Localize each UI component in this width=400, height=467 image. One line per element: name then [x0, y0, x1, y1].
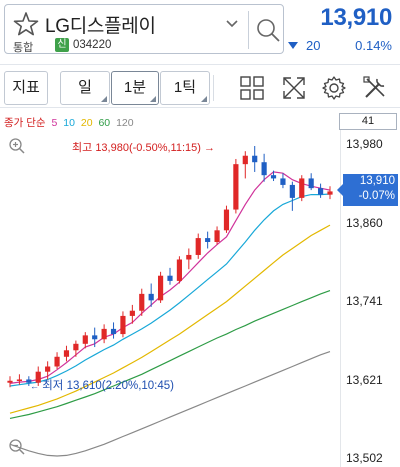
high-arrow-icon: → [203, 142, 215, 154]
candle-body [318, 188, 324, 195]
price-change-percent: 0.14% [355, 38, 392, 53]
period-1min-button[interactable]: 1분 [111, 71, 159, 105]
candle-body [16, 379, 22, 381]
dropdown-corner-icon [201, 96, 207, 102]
period-day-button[interactable]: 일 [60, 71, 110, 105]
candle-body [327, 191, 333, 195]
candle-body [233, 164, 239, 210]
candle-body [205, 238, 211, 242]
candle-body [82, 335, 88, 344]
stock-header: LG디스플레이 통합 신 034220 13,910 20 0.14% [0, 0, 400, 58]
search-icon[interactable] [255, 17, 281, 43]
candle-body [129, 310, 135, 316]
dropdown-corner-icon [101, 96, 107, 102]
low-label: 최저 [42, 380, 64, 392]
y-axis-separator [340, 130, 341, 467]
candle-body [223, 209, 230, 231]
ma-20-label: 20 [80, 117, 93, 129]
chevron-down-icon[interactable] [225, 19, 239, 29]
divider [248, 11, 249, 49]
period-1min-label: 1분 [123, 79, 147, 96]
candle-body [270, 175, 277, 179]
candle-body [308, 178, 314, 189]
stock-code: 034220 [73, 39, 112, 51]
quote-box: 13,910 20 0.14% [282, 2, 392, 56]
tools-icon[interactable] [362, 75, 388, 101]
candle-body [186, 254, 192, 260]
dropdown-corner-icon [150, 96, 156, 102]
candle-body [280, 178, 286, 185]
candle-body [139, 293, 145, 311]
candle-body [214, 230, 220, 242]
expand-icon[interactable] [281, 75, 307, 101]
candle-body [7, 380, 13, 383]
ma-120-label: 120 [116, 117, 134, 129]
price-tag-pct: -0.07% [358, 190, 395, 202]
ma-5-label: 5 [51, 117, 58, 129]
candle-body [167, 275, 173, 281]
period-day-label: 일 [78, 79, 92, 96]
candle-body [92, 335, 98, 340]
candle-body [101, 328, 107, 340]
period-tick-label: 1틱 [173, 79, 197, 96]
high-label: 최고 [72, 142, 93, 154]
ma-legend[interactable]: 종가 단순 5 10 20 60 120 [4, 115, 137, 130]
low-value: 13,610(2.20%,10:45) [66, 380, 174, 392]
candle-body [120, 315, 126, 335]
candle-body [195, 238, 201, 255]
y-tick-label: 13,502 [346, 451, 383, 465]
indicator-button[interactable]: 지표 [4, 71, 48, 105]
zoom-out-icon[interactable] [8, 438, 26, 456]
low-arrow-icon: ← [30, 381, 39, 391]
y-tick-label: 13,621 [346, 373, 383, 387]
candle-body [299, 178, 305, 198]
candle-body [54, 356, 60, 367]
stock-name[interactable]: LG디스플레이 [45, 11, 156, 38]
ma-60-label: 60 [98, 117, 111, 129]
chart-toolbar: 지표 일 1분 1틱 [0, 64, 400, 108]
ma-120-line [9, 351, 331, 457]
period-tick-button[interactable]: 1틱 [160, 71, 210, 105]
zoom-in-icon[interactable] [8, 137, 26, 155]
price-change: 20 [306, 38, 321, 53]
candle-body [261, 162, 267, 176]
candle-body [73, 343, 79, 351]
candle-count-input[interactable]: 41 [339, 113, 397, 130]
candle-body [148, 293, 154, 301]
current-price: 13,910 [320, 4, 392, 31]
price-tag-price: 13,910 [359, 175, 395, 187]
ma-legend-prefix: 종가 단순 [4, 117, 46, 129]
candle-body [158, 275, 164, 301]
layout-grid-icon[interactable] [239, 75, 265, 101]
candle-body [242, 155, 248, 165]
candle-body [176, 259, 182, 281]
low-annotation: ← 최저 13,610(2.20%,10:45) [30, 377, 174, 393]
favorite-star-icon[interactable] [13, 11, 39, 37]
market-label: 통합 [13, 42, 34, 54]
candle-body [63, 350, 70, 357]
settings-gear-icon[interactable] [321, 75, 347, 101]
candle-body [252, 155, 258, 163]
candle-body [45, 366, 51, 372]
candle-body [110, 328, 117, 335]
high-annotation: 최고 13,980(-0.50%,11:15) → [72, 139, 215, 155]
candle-body [289, 184, 295, 198]
y-tick-label: 13,741 [346, 294, 383, 308]
down-arrow-icon [288, 42, 298, 49]
current-price-tag: 13,910 -0.07% [337, 174, 398, 206]
credit-badge: 신 [55, 38, 69, 52]
stock-search-box[interactable]: LG디스플레이 통합 신 034220 [4, 4, 284, 54]
y-tick-label: 13,980 [346, 137, 383, 151]
ma-10-label: 10 [63, 117, 75, 129]
y-tick-label: 13,860 [346, 216, 383, 230]
divider [213, 75, 214, 101]
high-value: 13,980(-0.50%,11:15) [95, 142, 201, 154]
